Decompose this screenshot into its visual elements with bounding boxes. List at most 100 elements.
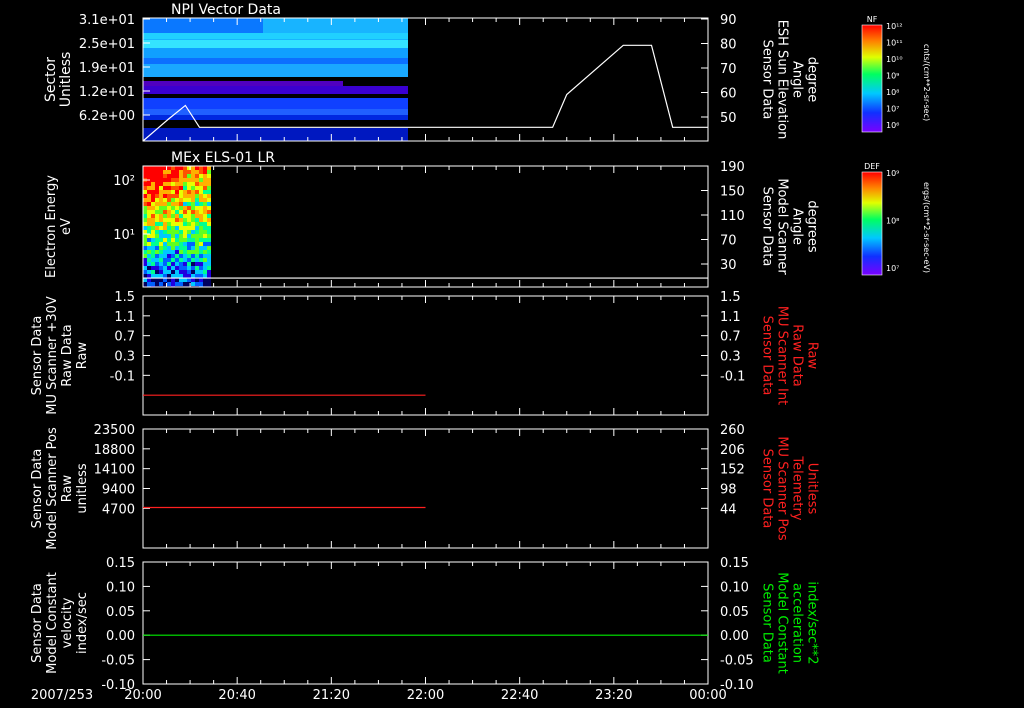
left-axis-label: Electron Energy — [44, 175, 59, 278]
right-tick-label: 150 — [720, 185, 745, 200]
right-axis-label: acceleration — [790, 583, 805, 663]
right-tick-label: -0.05 — [720, 654, 754, 669]
colorbar-tag: DEF — [864, 162, 880, 171]
right-tick-label: 0.00 — [720, 629, 749, 644]
time-tick-label: 20:00 — [124, 688, 161, 703]
right-tick-label: 44 — [720, 502, 737, 517]
time-tick-label: 00:00 — [689, 688, 726, 703]
time-tick-label: 22:00 — [407, 688, 444, 703]
npi-heatmap — [143, 18, 408, 141]
right-axis-label: Unitless — [805, 463, 820, 515]
left-axis-label: Model Scanner Pos — [45, 427, 60, 550]
els-heatmap — [143, 166, 211, 287]
right-axis-label: degree — [805, 57, 820, 103]
multi-panel-chart: 3.1e+01 2.5e+01 1.9e+01 1.2e+01 6.2e+00 90 80 7… — [30, 2, 931, 703]
right-axis-label: Model Scanner — [775, 178, 790, 275]
left-tick-label: 23500 — [94, 423, 135, 438]
left-tick-label: 14100 — [94, 463, 135, 478]
right-axis-label: Sensor Data — [760, 187, 775, 267]
left-tick-label: 4700 — [102, 502, 135, 517]
left-tick-label: 10² — [113, 174, 135, 189]
left-tick-label: -0.1 — [110, 369, 135, 384]
right-axis-label: MU Scanner Pos — [775, 436, 790, 541]
left-axis-label: index/sec — [75, 592, 90, 654]
colorbar-tag: NF — [867, 15, 878, 24]
left-tick-label: 0.3 — [114, 350, 135, 365]
right-tick-label: 152 — [720, 463, 745, 478]
right-tick-label: 190 — [720, 160, 745, 175]
right-tick-label: 110 — [720, 209, 745, 224]
right-tick-label: 0.15 — [720, 556, 749, 571]
right-axis-label: Sensor Data — [760, 449, 775, 529]
colorbar-label: 10¹¹ — [886, 39, 903, 48]
left-axis-label: Model Constant — [45, 572, 60, 674]
right-axis-label: Model Constant — [775, 572, 790, 674]
colorbar-label: 10⁶ — [886, 121, 899, 130]
right-axis-label: index/sec**2 — [805, 581, 820, 664]
left-axis-label: Sensor Data — [30, 449, 45, 529]
panel-frame-5 — [142, 561, 709, 685]
left-tick-label: 1.5 — [114, 290, 135, 305]
colorbar-label: 10⁷ — [886, 105, 899, 114]
left-axis-label: Unitless — [58, 52, 74, 108]
panel-frame-3 — [142, 295, 709, 416]
right-axis-label: ESH Sun Elevation — [775, 20, 790, 140]
colorbar-label: 10¹⁰ — [886, 55, 903, 64]
right-axis-label: degrees — [805, 200, 820, 253]
left-tick-label: 0.15 — [106, 556, 135, 571]
right-tick-label: 30 — [720, 258, 737, 273]
right-axis-label: Sensor Data — [760, 316, 775, 396]
left-tick-label: 0.05 — [106, 605, 135, 620]
left-tick-label: 18800 — [94, 443, 135, 458]
left-axis-label: unitless — [75, 463, 90, 514]
left-axis-label: velocity — [60, 597, 75, 648]
right-axis-label: Raw Data — [790, 324, 805, 387]
right-axis-label: Raw — [805, 342, 820, 370]
time-tick-label: 22:40 — [501, 688, 538, 703]
panel-frame-4 — [142, 428, 709, 549]
right-axis-label: Angle — [790, 208, 805, 245]
panel-title: MEx ELS-01 LR — [171, 150, 275, 166]
panel-frame-2 — [142, 165, 709, 288]
right-tick-label: 90 — [720, 13, 737, 28]
left-tick-label: 6.2e+00 — [79, 109, 135, 124]
time-tick-label: 23:20 — [595, 688, 632, 703]
colorbar-1 — [861, 24, 883, 133]
right-axis-label: Sensor Data — [760, 583, 775, 663]
left-tick-label: 1.2e+01 — [79, 85, 135, 100]
left-tick-label: 0.00 — [106, 629, 135, 644]
right-tick-label: 0.10 — [720, 580, 749, 595]
colorbar-2 — [861, 171, 883, 276]
right-tick-label: 70 — [720, 62, 737, 77]
colorbar-unit: ergs/(cm**2-sr-sec-eV) — [922, 182, 931, 273]
colorbar-label: 10⁹ — [886, 72, 899, 81]
right-tick-label: 260 — [720, 423, 745, 438]
left-tick-label: 0.7 — [114, 330, 135, 345]
colorbar-label: 10⁷ — [886, 264, 899, 273]
left-tick-label: 1.1 — [114, 310, 135, 325]
right-axis-label: Telemetry — [790, 455, 805, 520]
left-tick-label: 0.10 — [106, 580, 135, 595]
right-tick-label: 206 — [720, 443, 745, 458]
right-tick-label: 80 — [720, 38, 737, 53]
left-axis-label: Sector — [43, 57, 59, 102]
right-tick-label: 1.5 — [720, 290, 741, 305]
right-tick-label: 0.3 — [720, 350, 741, 365]
right-tick-label: 0.05 — [720, 605, 749, 620]
left-axis-label: MU Scanner +30V — [45, 296, 60, 415]
left-tick-label: 10¹ — [113, 228, 135, 243]
panel-title: NPI Vector Data — [171, 2, 281, 18]
left-axis-label: Raw Data — [60, 324, 75, 387]
left-axis-label: Raw — [75, 341, 90, 369]
colorbar-label: 10⁹ — [886, 169, 899, 178]
left-tick-label: 9400 — [102, 483, 135, 498]
left-tick-label: 1.9e+01 — [79, 61, 135, 76]
right-tick-label: 70 — [720, 234, 737, 249]
colorbar-label: 10¹² — [886, 22, 903, 31]
left-axis-label: Raw — [60, 474, 75, 502]
time-tick-label: 21:20 — [313, 688, 350, 703]
right-tick-label: 60 — [720, 87, 737, 102]
colorbar-label: 10⁸ — [886, 217, 899, 226]
right-tick-label: 50 — [720, 111, 737, 126]
right-axis-label: MU Scanner Int — [775, 306, 790, 405]
